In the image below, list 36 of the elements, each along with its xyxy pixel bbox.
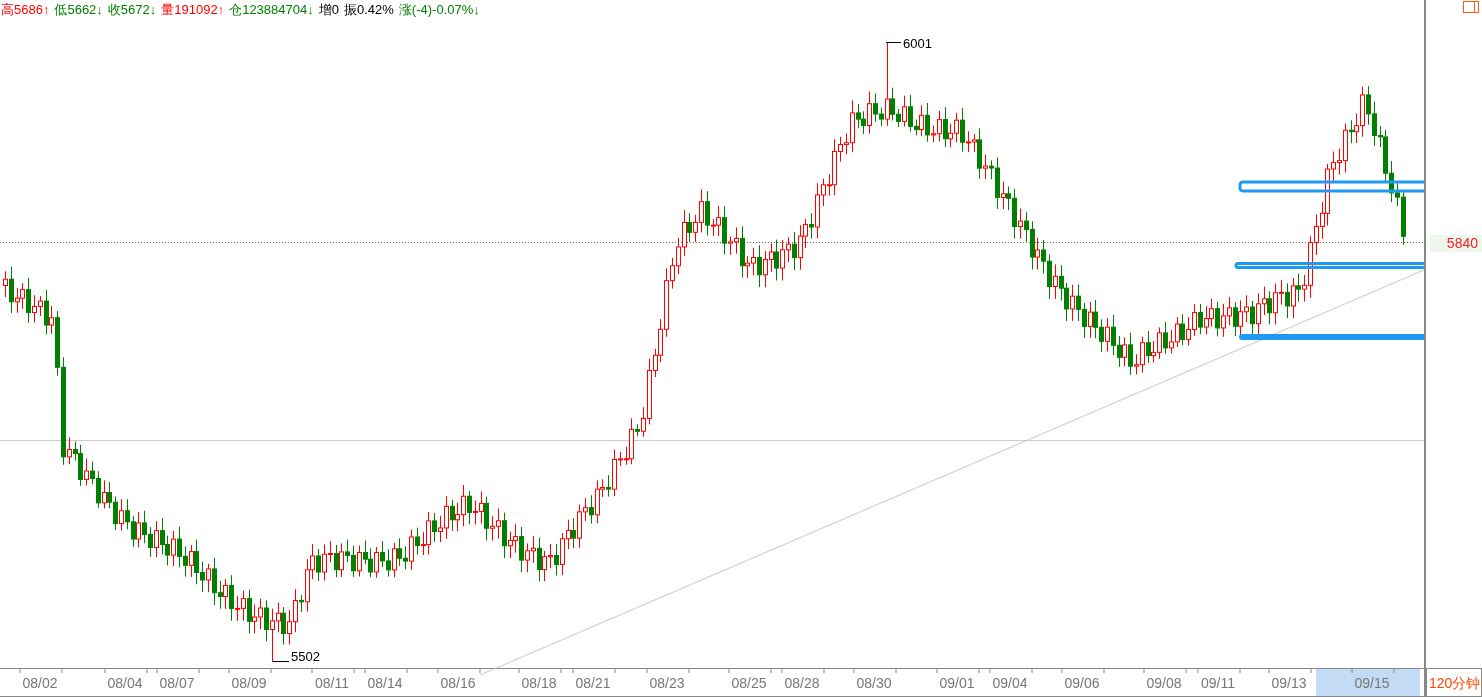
date-label: 08/11 [315,675,349,691]
stat-value: 收5672↓ [107,2,157,17]
stat-value: 量191092↑ [161,2,225,17]
date-label: 08/23 [649,675,685,691]
stat-value: 增0 [318,2,339,17]
date-label: 08/18 [521,675,557,691]
price-tag: 5840 [1430,235,1482,252]
stat-value: 低5662↓ [54,2,103,17]
date-label: 08/14 [367,675,403,691]
date-label: 09/04 [992,675,1028,691]
date-label: 08/09 [231,675,267,691]
stat-value: 高5686↑ [1,2,50,17]
window-icon[interactable] [1463,1,1479,13]
low-price-label: 5502 [291,648,320,664]
date-label: 09/06 [1064,675,1100,691]
date-label: 08/25 [731,675,767,691]
date-label: 09/15 [1354,675,1390,691]
date-label: 09/11 [1201,675,1235,691]
date-label: 09/13 [1271,675,1307,691]
date-label: 08/16 [440,675,476,691]
leader-line [885,42,902,43]
date-label: 08/04 [107,675,143,691]
date-label: 08/28 [784,675,820,691]
date-label: 08/07 [159,675,195,691]
high-price-label: 6001 [903,35,932,51]
period-label[interactable]: 120分钟 [1426,668,1482,697]
date-label: 08/21 [575,675,611,691]
date-label: 09/08 [1146,675,1182,691]
leader-line [272,661,290,662]
date-label: 08/02 [22,675,58,691]
date-label: 09/01 [939,675,975,691]
stat-value: 振0.42% [343,2,394,17]
trend-line[interactable] [479,269,1424,676]
stat-value: 仓123884704↓ [229,2,314,17]
date-label: 08/30 [856,675,892,691]
stat-value: 涨(-4)-0.07%↓ [398,2,480,17]
